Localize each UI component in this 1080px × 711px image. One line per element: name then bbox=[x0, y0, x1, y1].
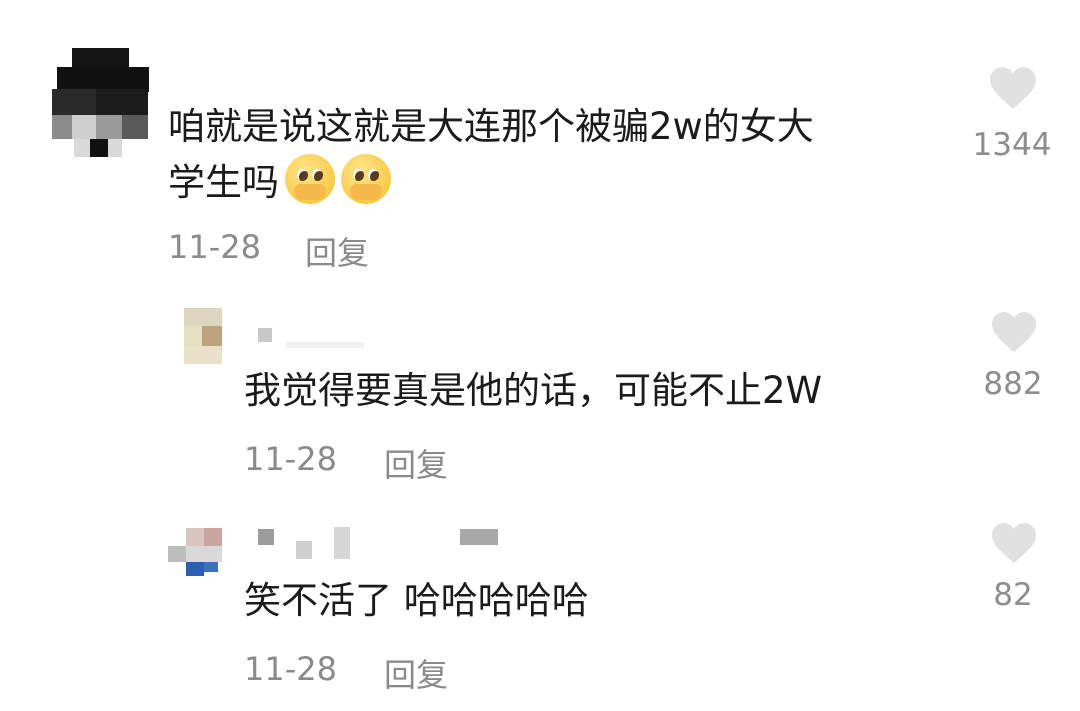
comment-text-line1: 咱就是说这就是大连那个被骗2w的女大 bbox=[168, 105, 814, 148]
like-count: 1344 bbox=[972, 127, 1052, 163]
like-count: 82 bbox=[993, 577, 1033, 613]
comment-text: 咱就是说这就是大连那个被骗2w的女大 学生吗 bbox=[168, 99, 928, 210]
heart-icon bbox=[990, 67, 1036, 109]
avatar[interactable] bbox=[168, 528, 222, 578]
heart-icon bbox=[992, 523, 1036, 563]
comment-text-line2: 学生吗 bbox=[168, 161, 279, 204]
pleading-face-emoji-icon bbox=[285, 154, 335, 204]
like-button[interactable]: 882 bbox=[963, 310, 1063, 405]
comment-text: 笑不活了 哈哈哈哈哈 bbox=[244, 579, 589, 622]
avatar[interactable] bbox=[52, 45, 152, 160]
comment-date: 11-28 bbox=[244, 440, 337, 478]
username-blurred bbox=[258, 328, 366, 350]
avatar[interactable] bbox=[184, 308, 222, 364]
username-blurred bbox=[258, 527, 498, 561]
comment-text: 我觉得要真是他的话，可能不止2W bbox=[244, 369, 823, 412]
reply-button[interactable]: 回复 bbox=[305, 228, 369, 274]
comment-date: 11-28 bbox=[244, 650, 337, 688]
comment-date: 11-28 bbox=[168, 228, 261, 266]
pleading-face-emoji-icon bbox=[341, 154, 391, 204]
reply-button[interactable]: 回复 bbox=[384, 650, 448, 696]
like-button[interactable]: 82 bbox=[963, 521, 1063, 616]
heart-icon bbox=[992, 312, 1036, 352]
like-count: 882 bbox=[983, 366, 1043, 402]
reply-button[interactable]: 回复 bbox=[384, 440, 448, 486]
like-button[interactable]: 1344 bbox=[962, 65, 1062, 190]
